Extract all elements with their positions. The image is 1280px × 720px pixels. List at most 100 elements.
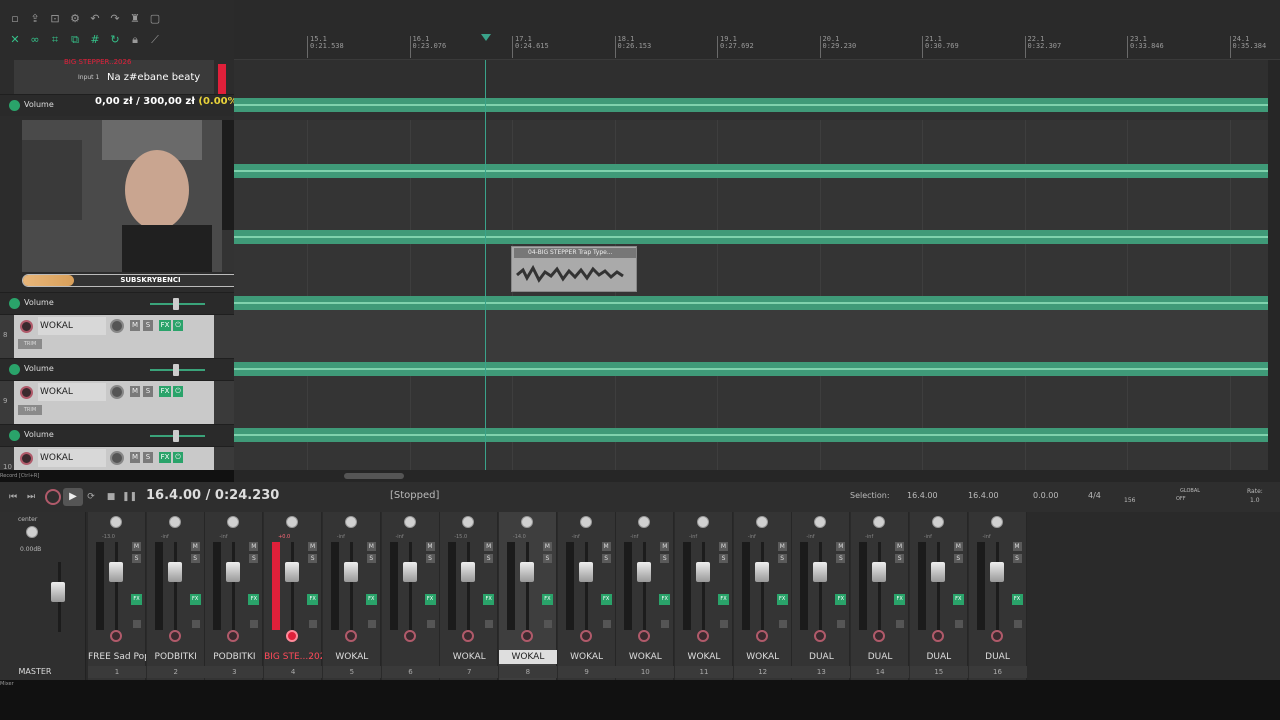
envelope-lane-bar[interactable] [234, 230, 1268, 244]
fx-button[interactable]: FX [159, 320, 171, 331]
fx-button[interactable]: FX [1011, 594, 1023, 605]
track-row-9[interactable]: 9 WOKAL M S FX ⏻ TRIM [0, 380, 234, 425]
record-arm-button[interactable] [403, 630, 416, 642]
master-fader[interactable] [51, 582, 65, 602]
mute-button[interactable]: M [719, 542, 728, 551]
mute-button[interactable]: M [130, 452, 140, 463]
envelope-power-icon[interactable] [9, 430, 20, 441]
phase-icon[interactable] [485, 620, 494, 628]
phase-icon[interactable] [426, 620, 435, 628]
track-name[interactable]: WOKAL [38, 317, 106, 335]
volume-fader[interactable] [285, 562, 300, 582]
phase-icon[interactable] [191, 620, 200, 628]
mixer-strip[interactable]: -inf M S FX DUAL 15 [909, 512, 968, 680]
record-arm-button[interactable] [990, 630, 1003, 642]
phase-icon[interactable] [602, 620, 611, 628]
envelope-power-icon[interactable] [9, 364, 20, 375]
solo-button[interactable]: S [660, 554, 670, 563]
power-icon[interactable]: ⏻ [173, 452, 183, 463]
horizontal-scrollbar[interactable] [234, 470, 1280, 482]
fx-button[interactable]: FX [952, 594, 964, 605]
track-name[interactable]: WOKAL [38, 383, 106, 401]
mixer-strip[interactable]: -14.0 M S FX WOKAL 8 [498, 512, 557, 680]
pan-knob[interactable] [403, 516, 416, 528]
mute-button[interactable]: M [425, 542, 435, 551]
rate-value[interactable]: 1.0 [1250, 497, 1260, 504]
mixer-strip[interactable]: -inf M S FX 6 [381, 512, 440, 680]
power-icon[interactable]: ⏻ [173, 386, 183, 397]
solo-button[interactable]: S [143, 452, 153, 463]
fx-button[interactable]: FX [541, 594, 553, 605]
record-arm-button[interactable] [20, 320, 33, 333]
pan-knob[interactable] [873, 516, 886, 528]
link-icon[interactable]: ∞ [28, 33, 42, 47]
lock-icon[interactable]: 🔒︎ [128, 33, 142, 47]
timeline-ruler[interactable]: 15.1 0:21.538 16.1 0:23.076 17.1 0:24.615 18.1… [234, 0, 1280, 60]
envelope-lane-bar[interactable] [234, 428, 1268, 442]
arrange-view[interactable]: 04-BIG STEPPER Trap Type... [234, 60, 1268, 470]
strip-name[interactable]: DUAL [792, 650, 850, 664]
envelope-lane-bar[interactable] [234, 362, 1268, 376]
phase-icon[interactable] [954, 620, 963, 628]
volume-fader[interactable] [109, 562, 123, 582]
ripple-edit-icon[interactable]: ✕ [8, 33, 22, 47]
pan-knob[interactable] [168, 516, 181, 528]
phase-icon[interactable] [250, 620, 259, 628]
strip-name[interactable]: WOKAL [498, 650, 557, 664]
selection-end[interactable]: 16.4.00 [968, 491, 999, 500]
grid-toggle-icon[interactable]: ▢ [148, 12, 162, 26]
save-project-icon[interactable]: ⊡ [48, 12, 62, 26]
mute-button[interactable]: M [132, 542, 141, 551]
grid-icon[interactable]: # [88, 33, 102, 47]
mixer-strip[interactable]: -inf M S FX PODBITKI 2 [146, 512, 205, 680]
volume-fader[interactable] [813, 562, 828, 582]
mute-button[interactable]: M [953, 542, 963, 551]
mute-button[interactable]: M [130, 386, 140, 397]
fx-button[interactable]: FX [189, 594, 201, 605]
solo-button[interactable]: S [953, 554, 963, 563]
mixer-strip[interactable]: -13.0 M S FX FREE Sad Pop 1 [88, 512, 146, 680]
volume-knob[interactable] [110, 319, 124, 333]
record-arm-button[interactable] [110, 630, 122, 642]
media-item[interactable]: 04-BIG STEPPER Trap Type... [511, 246, 637, 292]
volume-fader[interactable] [343, 562, 358, 582]
new-project-icon[interactable]: ▫ [8, 12, 22, 26]
solo-button[interactable]: S [143, 386, 153, 397]
pan-knob[interactable] [286, 516, 299, 528]
envelope-power-icon[interactable] [9, 100, 20, 111]
track-header[interactable]: WOKAL M S FX ⏻ [14, 447, 214, 470]
solo-button[interactable]: S [249, 554, 259, 563]
strip-name[interactable]: PODBITKI [205, 650, 263, 664]
phase-icon[interactable] [896, 620, 905, 628]
solo-button[interactable]: S [601, 554, 611, 563]
mixer-strip[interactable]: -inf M S FX WOKAL 9 [557, 512, 616, 680]
record-arm-button[interactable] [462, 630, 475, 642]
volume-fader[interactable] [989, 562, 1004, 582]
record-arm-button[interactable] [168, 630, 181, 642]
fx-button[interactable]: FX [424, 594, 436, 605]
record-arm-button[interactable] [638, 630, 651, 642]
mute-button[interactable]: M [1012, 542, 1022, 551]
mute-button[interactable]: M [777, 542, 787, 551]
fx-button[interactable]: FX [718, 594, 729, 605]
pause-icon[interactable]: ❚❚ [122, 490, 137, 504]
fx-button[interactable]: FX [894, 594, 906, 605]
fx-button[interactable]: FX [248, 594, 260, 605]
record-button[interactable] [45, 489, 61, 505]
mixer-strip[interactable]: -inf M S FX DUAL 16 [968, 512, 1027, 680]
solo-button[interactable]: S [190, 554, 200, 563]
envelope-lane-bar[interactable] [234, 98, 1268, 112]
selection-start[interactable]: 16.4.00 [907, 491, 938, 500]
solo-button[interactable]: S [1012, 554, 1022, 563]
pan-knob[interactable] [110, 516, 122, 528]
envelope-tool-icon[interactable]: ⟋ [148, 33, 162, 47]
time-signature[interactable]: 4/4 [1088, 491, 1101, 500]
strip-name[interactable]: BIG STE...2026 [264, 650, 322, 664]
fx-button[interactable]: FX [659, 594, 671, 605]
record-arm-button[interactable] [344, 630, 357, 642]
fx-button[interactable]: FX [835, 594, 847, 605]
solo-button[interactable]: S [719, 554, 728, 563]
go-to-start-icon[interactable]: ⏮ [6, 490, 20, 504]
strip-name[interactable]: WOKAL [558, 650, 616, 664]
mixer-strip[interactable]: -inf M S FX DUAL 13 [792, 512, 851, 680]
